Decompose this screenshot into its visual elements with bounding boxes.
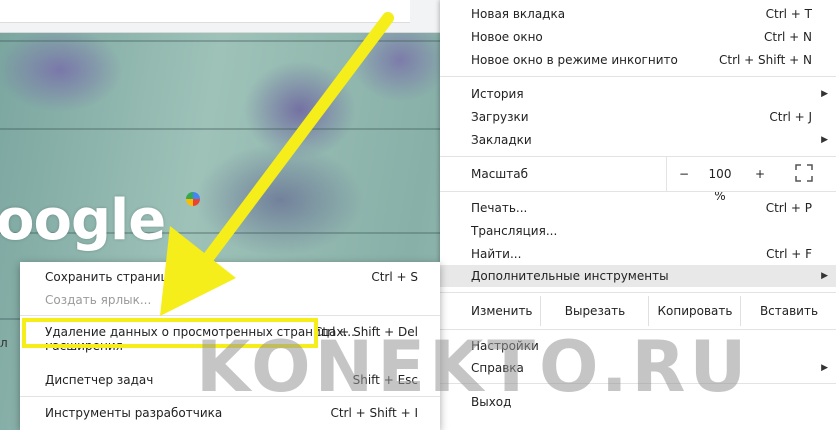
menu-item-shortcut: Ctrl + Shift + N	[719, 53, 812, 67]
fullscreen-icon[interactable]	[795, 164, 813, 182]
submenu-arrow-icon: ▶	[821, 363, 828, 373]
zoom-in-button[interactable]: +	[753, 163, 767, 185]
menu-item-incognito[interactable]: Новое окно в режиме инкогнито Ctrl + Shi…	[440, 49, 836, 71]
copy-button[interactable]: Копировать	[648, 296, 741, 326]
menu-edit-row: Изменить Вырезать Копировать Вставить	[440, 296, 836, 326]
menu-divider	[440, 191, 836, 192]
menu-divider	[440, 156, 836, 157]
menu-item-shortcut: Ctrl + F	[766, 247, 812, 261]
menu-item-label: Дополнительные инструменты	[471, 269, 669, 283]
submenu-arrow-icon: ▶	[821, 271, 828, 281]
submenu-arrow-icon: ▶	[821, 135, 828, 145]
menu-item-print[interactable]: Печать... Ctrl + P	[440, 197, 836, 219]
menu-item-label: Загрузки	[471, 110, 529, 124]
submenu-item-label: Диспетчер задач	[45, 373, 154, 387]
zoom-out-button[interactable]: −	[677, 163, 691, 185]
menu-item-cast[interactable]: Трансляция...	[440, 220, 836, 242]
zoom-value: 100 %	[708, 167, 732, 203]
menu-item-shortcut: Ctrl + P	[765, 201, 812, 215]
watermark: KONEKTO.RU	[196, 326, 751, 408]
edit-label: Изменить	[471, 304, 533, 318]
menu-item-label: Найти...	[471, 247, 522, 261]
menu-item-bookmarks[interactable]: Закладки ▶	[440, 129, 836, 151]
menu-item-label: Новое окно в режиме инкогнито	[471, 53, 678, 67]
menu-item-new-tab[interactable]: Новая вкладка Ctrl + T	[440, 3, 836, 25]
submenu-item-label: Сохранить страницу как...	[45, 270, 213, 284]
menu-item-label: История	[471, 87, 524, 101]
cut-button[interactable]: Вырезать	[540, 296, 649, 326]
submenu-item-shortcut: Ctrl + S	[371, 270, 418, 284]
submenu-item-save-page[interactable]: Сохранить страницу как... Ctrl + S	[20, 266, 440, 288]
menu-divider	[440, 292, 836, 293]
submenu-item-create-shortcut: Создать ярлык...	[20, 289, 440, 311]
menu-divider	[440, 76, 836, 77]
menu-item-new-window[interactable]: Новое окно Ctrl + N	[440, 26, 836, 48]
menu-zoom-row: Масштаб	[440, 163, 836, 185]
address-bar[interactable]	[0, 0, 410, 23]
submenu-item-label: Создать ярлык...	[45, 293, 152, 307]
menu-item-more-tools[interactable]: Дополнительные инструменты ▶	[440, 265, 836, 287]
menu-item-downloads[interactable]: Загрузки Ctrl + J	[440, 106, 836, 128]
paste-button[interactable]: Вставить	[740, 296, 836, 326]
menu-divider	[20, 315, 440, 316]
menu-item-shortcut: Ctrl + T	[765, 7, 812, 21]
search-box-partial[interactable]: л	[0, 336, 8, 350]
zoom-label: Масштаб	[471, 167, 529, 181]
menu-item-find[interactable]: Найти... Ctrl + F	[440, 243, 836, 265]
google-logo: oogle	[0, 188, 166, 253]
menu-item-shortcut: Ctrl + J	[769, 110, 812, 124]
menu-item-label: Закладки	[471, 133, 532, 147]
submenu-arrow-icon: ▶	[821, 89, 828, 99]
menu-item-label: Новая вкладка	[471, 7, 566, 21]
menu-item-history[interactable]: История ▶	[440, 83, 836, 105]
browser-toolbar	[0, 0, 440, 33]
menu-item-label: Трансляция...	[471, 224, 558, 238]
menu-item-shortcut: Ctrl + N	[763, 30, 812, 44]
menu-item-label: Новое окно	[471, 30, 543, 44]
menu-item-label: Печать...	[471, 201, 528, 215]
google-icon	[186, 192, 200, 206]
